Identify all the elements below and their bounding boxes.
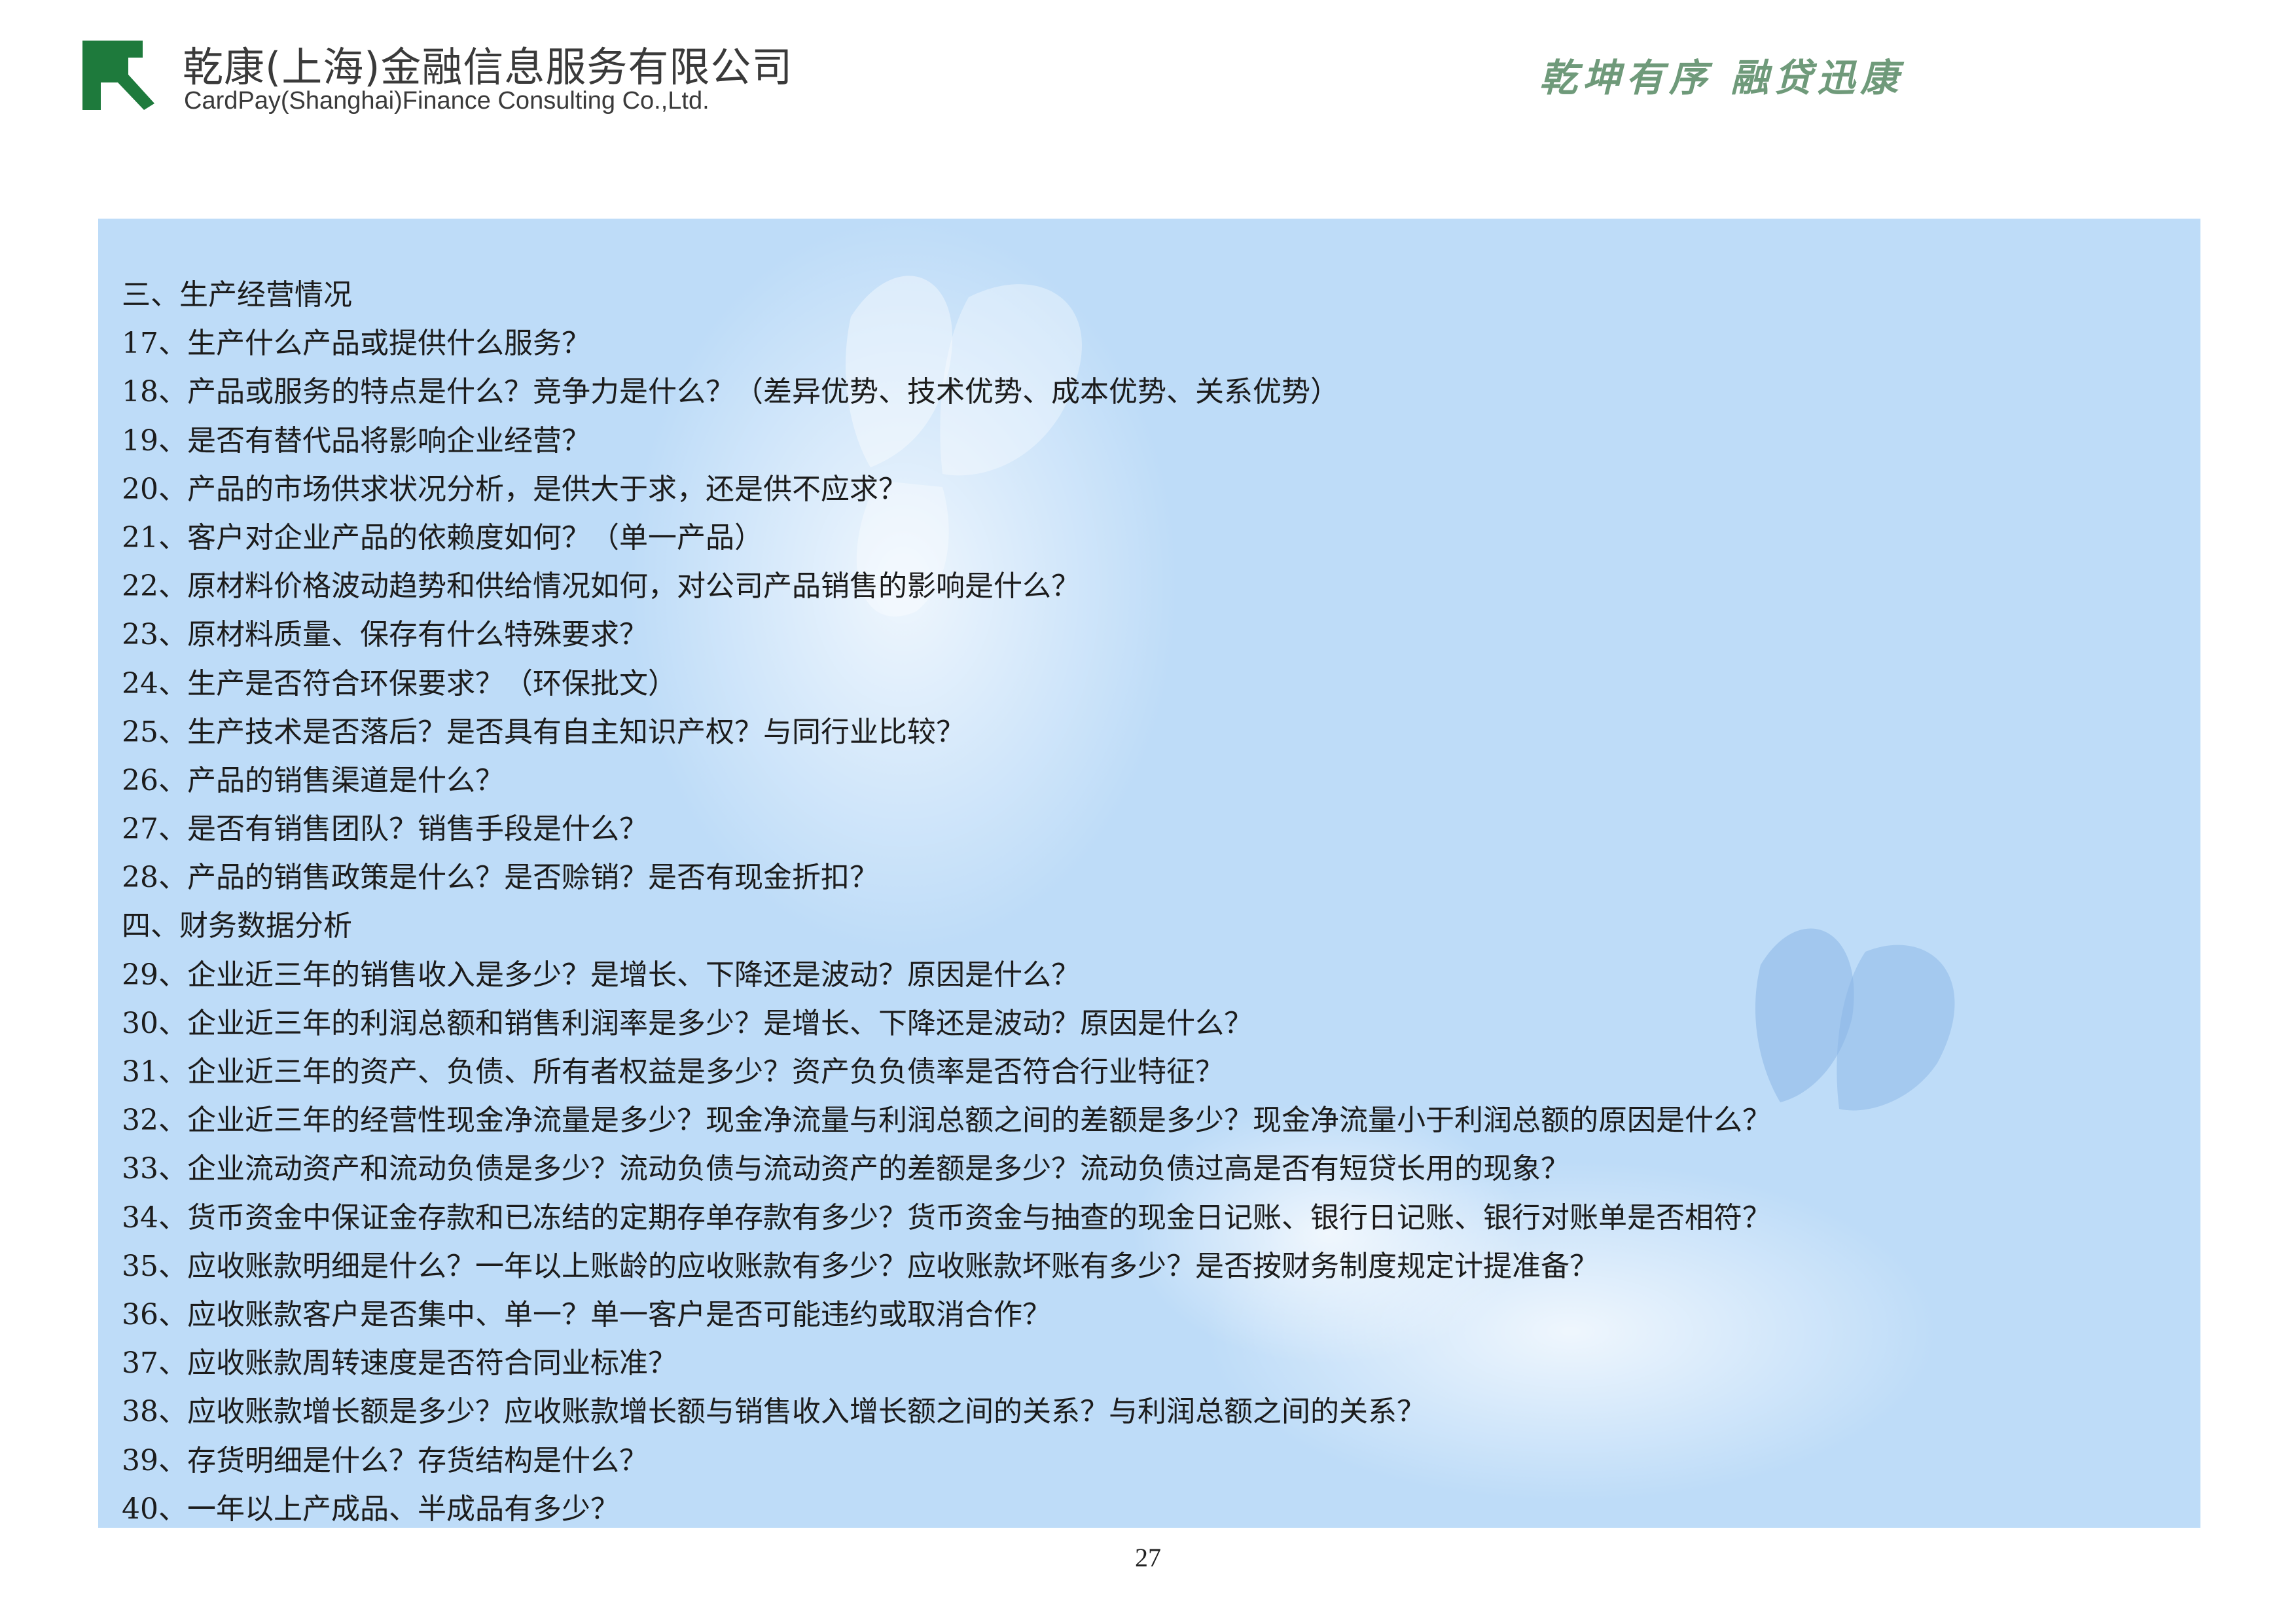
list-item: 39、存货明细是什么？存货结构是什么？ — [122, 1443, 648, 1477]
list-item: 36、应收账款客户是否集中、单一？单一客户是否可能违约或取消合作？ — [122, 1297, 1051, 1331]
list-item: 18、产品或服务的特点是什么？竞争力是什么？（差异优势、技术优势、成本优势、关系… — [122, 375, 1339, 409]
list-item: 27、是否有销售团队？销售手段是什么？ — [122, 812, 648, 846]
list-item: 32、企业近三年的经营性现金净流量是多少？现金净流量与利润总额之间的差额是多少？… — [122, 1104, 1771, 1138]
content-panel: 三、生产经营情况 17、生产什么产品或提供什么服务？ 18、产品或服务的特点是什… — [98, 219, 2200, 1528]
company-name-en: CardPay(Shanghai)Finance Consulting Co.,… — [184, 87, 709, 115]
list-item: 19、是否有替代品将影响企业经营？ — [122, 424, 590, 458]
list-item: 30、企业近三年的利润总额和销售利润率是多少？是增长、下降还是波动？原因是什么？ — [122, 1006, 1253, 1040]
list-item: 28、产品的销售政策是什么？是否赊销？是否有现金折扣？ — [122, 861, 878, 895]
list-item: 21、客户对企业产品的依赖度如何？（单一产品） — [122, 520, 763, 554]
list-item: 24、生产是否符合环保要求？（环保批文） — [122, 666, 677, 700]
list-item: 33、企业流动资产和流动负债是多少？流动负债与流动资产的差额是多少？流动负债过高… — [122, 1152, 1570, 1186]
list-item: 22、原材料价格波动趋势和供给情况如何，对公司产品销售的影响是什么？ — [122, 569, 1080, 604]
list-item: 31、企业近三年的资产、负债、所有者权益是多少？资产负负债率是否符合行业特征？ — [122, 1055, 1224, 1089]
list-item: 17、生产什么产品或提供什么服务？ — [122, 327, 590, 361]
list-item: 26、产品的销售渠道是什么？ — [122, 763, 504, 797]
page-number: 27 — [1135, 1543, 1161, 1572]
question-list: 三、生产经营情况 17、生产什么产品或提供什么服务？ 18、产品或服务的特点是什… — [122, 271, 1771, 1528]
company-logo-icon — [82, 41, 154, 110]
list-item: 40、一年以上产成品、半成品有多少？ — [122, 1492, 619, 1526]
slogan: 乾坤有序 融贷迅康 — [1539, 56, 1904, 100]
list-item: 38、应收账款增长额是多少？应收账款增长额与销售收入增长额之间的关系？与利润总额… — [122, 1395, 1426, 1429]
section-heading: 三、生产经营情况 — [122, 278, 352, 312]
company-name-cn: 乾康(上海)金融信息服务有限公司 — [183, 43, 793, 91]
page-header: 乾康(上海)金融信息服务有限公司 CardPay(Shanghai)Financ… — [0, 0, 2296, 216]
list-item: 35、应收账款明细是什么？一年以上账龄的应收账款有多少？应收账款坏账有多少？是否… — [122, 1249, 1598, 1283]
section-heading: 四、财务数据分析 — [122, 909, 352, 943]
list-item: 25、生产技术是否落后？是否具有自主知识产权？与同行业比较？ — [122, 715, 965, 749]
list-item: 23、原材料质量、保存有什么特殊要求？ — [122, 618, 648, 652]
list-item: 29、企业近三年的销售收入是多少？是增长、下降还是波动？原因是什么？ — [122, 958, 1080, 992]
list-item: 20、产品的市场供求状况分析，是供大于求，还是供不应求？ — [122, 472, 907, 506]
list-item: 37、应收账款周转速度是否符合同业标准？ — [122, 1346, 677, 1380]
list-item: 34、货币资金中保证金存款和已冻结的定期存单存款有多少？货币资金与抽查的现金日记… — [122, 1200, 1771, 1235]
